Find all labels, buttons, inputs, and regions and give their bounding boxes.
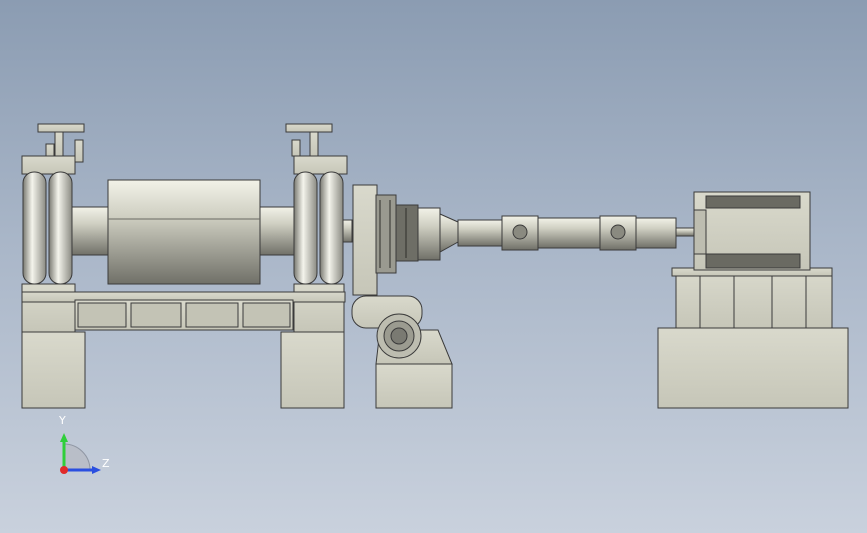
axis-y-label: Y <box>59 414 66 427</box>
left-bearing-housing <box>21 123 85 285</box>
model-view[interactable] <box>0 0 867 533</box>
coordinate-triad <box>60 433 101 474</box>
motor-base <box>657 267 849 409</box>
drive-shaft-coupling <box>457 215 695 251</box>
axis-z-label: Z <box>102 457 110 470</box>
drum-roller <box>107 179 261 285</box>
gearbox-flange <box>352 184 459 296</box>
pillow-block-bearing <box>351 295 453 409</box>
right-bearing-housing <box>285 123 348 285</box>
electric-motor <box>693 191 811 271</box>
graphics-viewport[interactable]: Y Z <box>0 0 867 533</box>
